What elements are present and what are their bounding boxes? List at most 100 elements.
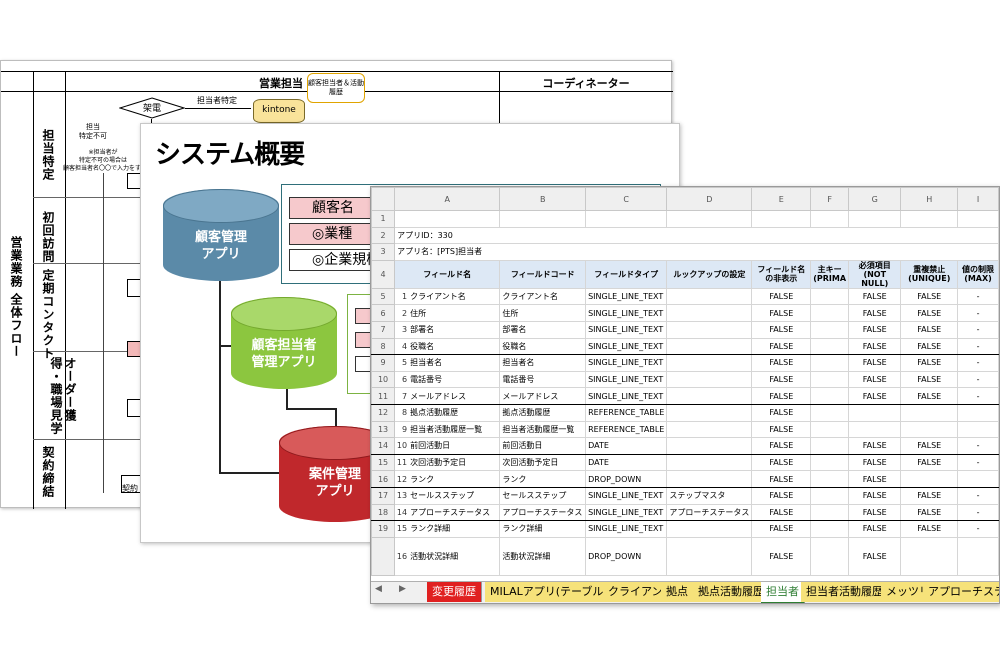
row-header[interactable]: 8 <box>371 337 396 356</box>
cell[interactable]: SINGLE_LINE_TEXT <box>585 370 668 389</box>
cell[interactable]: FALSE <box>751 287 812 306</box>
cell[interactable]: - <box>957 387 999 405</box>
cell[interactable]: FALSE <box>848 320 902 339</box>
spreadsheet-grid[interactable]: A B C D E F G H I 1 2 アプリID：330 3 アプリ名：[PT… <box>371 187 999 576</box>
tab-change-history[interactable]: 変更履歴 <box>427 582 482 602</box>
cell[interactable]: FALSE <box>900 320 959 339</box>
cell[interactable]: - <box>957 337 999 356</box>
cell[interactable] <box>666 403 753 422</box>
cell[interactable]: DROP_DOWN <box>585 470 668 488</box>
cell[interactable]: SINGLE_LINE_TEXT <box>585 486 668 505</box>
cell[interactable]: FALSE <box>848 354 902 372</box>
cell[interactable]: REFERENCE_TABLE <box>585 403 668 422</box>
cell[interactable]: FALSE <box>900 287 959 306</box>
cell[interactable]: - <box>957 503 999 522</box>
cell[interactable] <box>585 210 668 228</box>
cell[interactable]: FALSE <box>751 470 812 488</box>
cell[interactable] <box>666 320 753 339</box>
cell[interactable]: 1 クライアント名 <box>394 287 501 306</box>
cell[interactable]: FALSE <box>751 304 812 322</box>
cell[interactable] <box>957 470 999 488</box>
cell[interactable] <box>810 304 850 322</box>
cell[interactable]: DATE <box>585 437 668 455</box>
column-header[interactable]: D <box>666 187 753 211</box>
cell[interactable]: 3 部署名 <box>394 320 501 339</box>
tab-approach-status[interactable]: アプローチステータス <box>923 582 999 602</box>
cell[interactable]: FALSE <box>848 536 902 576</box>
cell[interactable]: FALSE <box>900 437 959 455</box>
tab-contact-active[interactable]: 担当者 <box>761 582 805 603</box>
cell[interactable]: SINGLE_LINE_TEXT <box>585 337 668 356</box>
cell[interactable] <box>666 337 753 356</box>
cell[interactable]: FALSE <box>751 420 812 439</box>
cell[interactable]: SINGLE_LINE_TEXT <box>585 503 668 522</box>
cell[interactable] <box>810 486 850 505</box>
cell[interactable]: SINGLE_LINE_TEXT <box>585 387 668 405</box>
cell[interactable]: - <box>957 486 999 505</box>
cell[interactable]: FALSE <box>900 370 959 389</box>
cell[interactable]: FALSE <box>848 370 902 389</box>
cell[interactable]: FALSE <box>848 453 902 472</box>
row-header[interactable]: 1 <box>371 210 396 228</box>
cell[interactable] <box>666 520 753 538</box>
cell[interactable]: - <box>957 370 999 389</box>
cell[interactable]: 拠点活動履歴 <box>499 403 587 422</box>
cell[interactable]: 部署名 <box>499 320 587 339</box>
cell[interactable]: 7 メールアドレス <box>394 387 501 405</box>
cell[interactable]: FALSE <box>900 503 959 522</box>
app-id-cell[interactable]: アプリID：330 <box>394 226 999 245</box>
cell[interactable]: 8 拠点活動履歴 <box>394 403 501 422</box>
cell[interactable]: 電話番号 <box>499 370 587 389</box>
cell[interactable] <box>957 210 999 228</box>
cell[interactable]: FALSE <box>900 337 959 356</box>
cell[interactable]: 前回活動日 <box>499 437 587 455</box>
cell[interactable]: FALSE <box>751 337 812 356</box>
cell[interactable] <box>666 304 753 322</box>
cell[interactable] <box>810 370 850 389</box>
cell[interactable]: - <box>957 287 999 306</box>
cell[interactable] <box>666 536 753 576</box>
cell[interactable] <box>810 536 850 576</box>
column-header[interactable]: G <box>848 187 902 211</box>
row-header[interactable]: 12 <box>371 403 396 422</box>
cell[interactable] <box>810 337 850 356</box>
header-unique[interactable]: 重複禁止 (UNIQUE) <box>900 259 959 289</box>
cell[interactable]: SINGLE_LINE_TEXT <box>585 520 668 538</box>
cell[interactable]: FALSE <box>751 453 812 472</box>
cell[interactable]: - <box>957 520 999 538</box>
cell[interactable] <box>810 520 850 538</box>
cell[interactable]: FALSE <box>751 520 812 538</box>
cell[interactable] <box>957 536 999 576</box>
cell[interactable] <box>900 470 959 488</box>
cell[interactable] <box>848 403 902 422</box>
cell[interactable] <box>957 420 999 439</box>
cell[interactable]: ランク <box>499 470 587 488</box>
tab-scroll-left-icon[interactable]: ◀ <box>375 584 382 594</box>
cell[interactable] <box>900 210 959 228</box>
row-header[interactable]: 2 <box>371 226 396 245</box>
column-header[interactable]: B <box>499 187 587 211</box>
row-header[interactable]: 18 <box>371 503 396 522</box>
row-header[interactable]: 11 <box>371 387 396 405</box>
row-header[interactable]: 19 <box>371 520 396 538</box>
cell[interactable] <box>957 403 999 422</box>
cell[interactable]: FALSE <box>900 304 959 322</box>
cell[interactable]: REFERENCE_TABLE <box>585 420 668 439</box>
app-name-cell[interactable]: アプリ名：[PTS]担当者 <box>394 243 999 261</box>
cell[interactable]: 15 ランク詳細 <box>394 520 501 538</box>
spreadsheet-window[interactable]: A B C D E F G H I 1 2 アプリID：330 3 アプリ名：[PT… <box>370 186 1000 604</box>
tab-scroll-right-icon[interactable]: ▶ <box>399 584 406 594</box>
cell[interactable] <box>810 287 850 306</box>
cell[interactable]: 14 アプローチステータス <box>394 503 501 522</box>
row-header[interactable]: 4 <box>371 259 396 289</box>
cell[interactable] <box>666 387 753 405</box>
cell[interactable]: 住所 <box>499 304 587 322</box>
cell[interactable] <box>848 420 902 439</box>
column-header[interactable]: E <box>751 187 812 211</box>
cell[interactable] <box>666 470 753 488</box>
cell[interactable]: 10 前回活動日 <box>394 437 501 455</box>
cell[interactable]: FALSE <box>900 354 959 372</box>
cell[interactable]: FALSE <box>751 486 812 505</box>
cell[interactable]: SINGLE_LINE_TEXT <box>585 304 668 322</box>
cell[interactable] <box>810 470 850 488</box>
